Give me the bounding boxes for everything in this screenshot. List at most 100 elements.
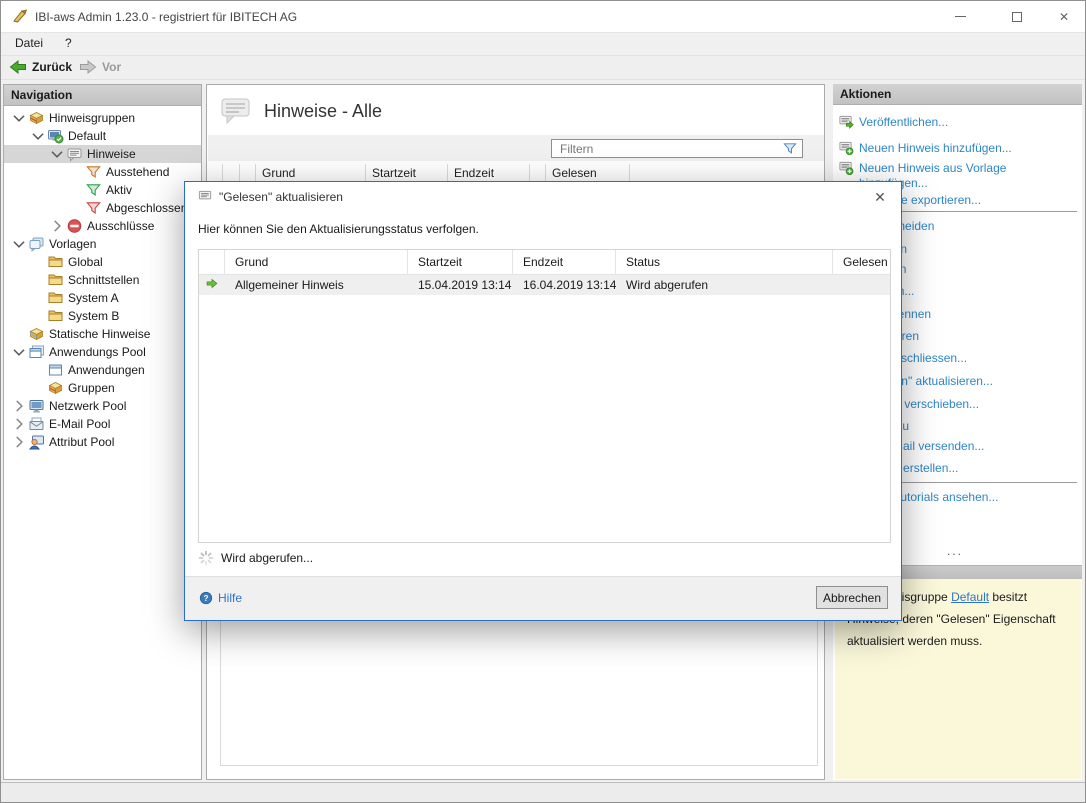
dialog-footer: Hilfe Abbrechen [185, 576, 901, 620]
sidebar-item-anwendungs-pool[interactable]: Anwendungs Pool [4, 343, 201, 361]
navigation-header: Navigation [4, 85, 201, 106]
cancel-button[interactable]: Abbrechen [816, 586, 888, 609]
note-icon [66, 146, 83, 162]
sidebar-item-global[interactable]: Global [4, 253, 201, 271]
column-grund[interactable]: Grund [256, 164, 366, 181]
actions-overflow[interactable]: ... [947, 544, 963, 558]
column-startzeit[interactable]: Startzeit [408, 250, 513, 274]
sidebar-item-default[interactable]: Default [4, 127, 201, 145]
close-button[interactable]: ✕ [1041, 1, 1086, 32]
action-veroeffentlichen[interactable]: Veröffentlichen... [859, 115, 1074, 130]
chevron-right-icon[interactable] [10, 397, 28, 415]
sidebar-item-aktiv[interactable]: Aktiv [4, 181, 201, 199]
column-startzeit[interactable]: Startzeit [366, 164, 448, 181]
menu-datei[interactable]: Datei [15, 36, 43, 50]
action-neuer-hinweis[interactable]: Neuen Hinweis hinzufügen... [859, 141, 1074, 156]
folder-icon [47, 272, 64, 288]
column-gelesen[interactable]: Gelesen [546, 164, 630, 181]
cell-status: Wird abgerufen [616, 278, 833, 292]
sidebar-item-anwendungen[interactable]: Anwendungen [4, 361, 201, 379]
help-link[interactable]: Hilfe [199, 591, 242, 605]
table-row[interactable]: Allgemeiner Hinweis 15.04.2019 13:14 16.… [199, 275, 890, 295]
info-note-default-link[interactable]: Default [951, 590, 989, 604]
sidebar-item-email-pool[interactable]: E-Mail Pool [4, 415, 201, 433]
column-grund[interactable]: Grund [225, 250, 408, 274]
title-bar: IBI-aws Admin 1.23.0 - registriert für I… [1, 1, 1085, 32]
mail-icon [28, 416, 45, 432]
window-title: IBI-aws Admin 1.23.0 - registriert für I… [35, 10, 297, 24]
column-gelesen[interactable]: Gelesen [833, 250, 890, 274]
actions-header: Aktionen [833, 84, 1082, 105]
dialog-status-text: Wird abgerufen... [221, 551, 313, 565]
static-box-icon [28, 326, 45, 342]
add-note-from-template-icon [838, 160, 854, 175]
filter-input[interactable]: Filtern [551, 139, 803, 158]
filter-placeholder: Filtern [552, 142, 782, 156]
sidebar-item-attribut-pool[interactable]: Attribut Pool [4, 433, 201, 451]
dialog-description: Hier können Sie den Aktualisierungsstatu… [198, 222, 479, 236]
maximize-button[interactable] [994, 1, 1040, 32]
gelesen-aktualisieren-dialog: "Gelesen" aktualisieren ✕ Hier können Si… [184, 181, 902, 621]
dialog-close-icon[interactable]: ✕ [869, 187, 891, 207]
nav-toolbar [1, 55, 1085, 80]
back-button[interactable]: Zurück [9, 59, 72, 75]
back-label: Zurück [32, 60, 72, 74]
chevron-down-icon[interactable] [48, 145, 66, 163]
sidebar-item-hinweise[interactable]: Hinweise [4, 145, 201, 163]
filter-funnel-icon[interactable] [782, 141, 798, 156]
chevron-right-icon[interactable] [10, 433, 28, 451]
funnel-active-icon [85, 182, 102, 198]
spinner-icon [198, 550, 214, 566]
chevron-right-icon[interactable] [10, 415, 28, 433]
add-note-icon [838, 140, 854, 155]
menu-bar [1, 32, 1085, 55]
column-endzeit[interactable]: Endzeit [448, 164, 530, 181]
status-bar [1, 782, 1085, 802]
cell-grund: Allgemeiner Hinweis [225, 278, 408, 292]
chevron-down-icon[interactable] [10, 109, 28, 127]
cell-startzeit: 15.04.2019 13:14 [408, 278, 513, 292]
notes-header-icon [220, 95, 252, 127]
sidebar-item-ausschluesse[interactable]: Ausschlüsse [4, 217, 201, 235]
dialog-title: "Gelesen" aktualisieren [219, 190, 343, 204]
sidebar-item-hinweisgruppen[interactable]: Hinweisgruppen [4, 109, 201, 127]
sidebar-item-netzwerk-pool[interactable]: Netzwerk Pool [4, 397, 201, 415]
templates-icon [28, 236, 45, 252]
chevron-down-icon[interactable] [10, 235, 28, 253]
sidebar-item-schnittstellen[interactable]: Schnittstellen [4, 271, 201, 289]
sidebar-item-statische-hinweise[interactable]: Statische Hinweise [4, 325, 201, 343]
help-label: Hilfe [218, 591, 242, 605]
dialog-table-header: Grund Startzeit Endzeit Status Gelesen [199, 250, 890, 275]
close-icon: ✕ [1059, 10, 1069, 24]
chevron-down-icon[interactable] [10, 343, 28, 361]
sidebar-item-system-b[interactable]: System B [4, 307, 201, 325]
monitor-icon [28, 398, 45, 414]
window-stack-icon [28, 344, 45, 360]
forward-arrow-icon [79, 59, 97, 75]
sidebar-item-vorlagen[interactable]: Vorlagen [4, 235, 201, 253]
sidebar-item-ausstehend[interactable]: Ausstehend [4, 163, 201, 181]
app-icon [12, 8, 28, 24]
window-icon [47, 362, 64, 378]
dialog-status: Wird abgerufen... [198, 550, 313, 566]
column-endzeit[interactable]: Endzeit [513, 250, 616, 274]
page-title: Hinweise - Alle [264, 101, 382, 122]
maximize-icon [1012, 12, 1022, 22]
folder-icon [47, 254, 64, 270]
column-status[interactable]: Status [616, 250, 833, 274]
sidebar-item-system-a[interactable]: System A [4, 289, 201, 307]
minimize-button[interactable] [937, 1, 983, 32]
folder-icon [47, 290, 64, 306]
navigation-panel: Navigation Hinweisgruppen Default Hinwei… [3, 84, 202, 780]
group-box-icon [28, 110, 45, 126]
sidebar-item-gruppen[interactable]: Gruppen [4, 379, 201, 397]
no-entry-icon [66, 218, 83, 234]
cell-endzeit: 16.04.2019 13:14 [513, 278, 616, 292]
minimize-icon [955, 16, 966, 17]
menu-help[interactable]: ? [65, 36, 72, 50]
sidebar-item-abgeschlossen[interactable]: Abgeschlossen [4, 199, 201, 217]
forward-button[interactable]: Vor [79, 59, 121, 75]
chevron-down-icon[interactable] [29, 127, 47, 145]
chevron-right-icon[interactable] [48, 217, 66, 235]
publish-icon [838, 114, 854, 129]
